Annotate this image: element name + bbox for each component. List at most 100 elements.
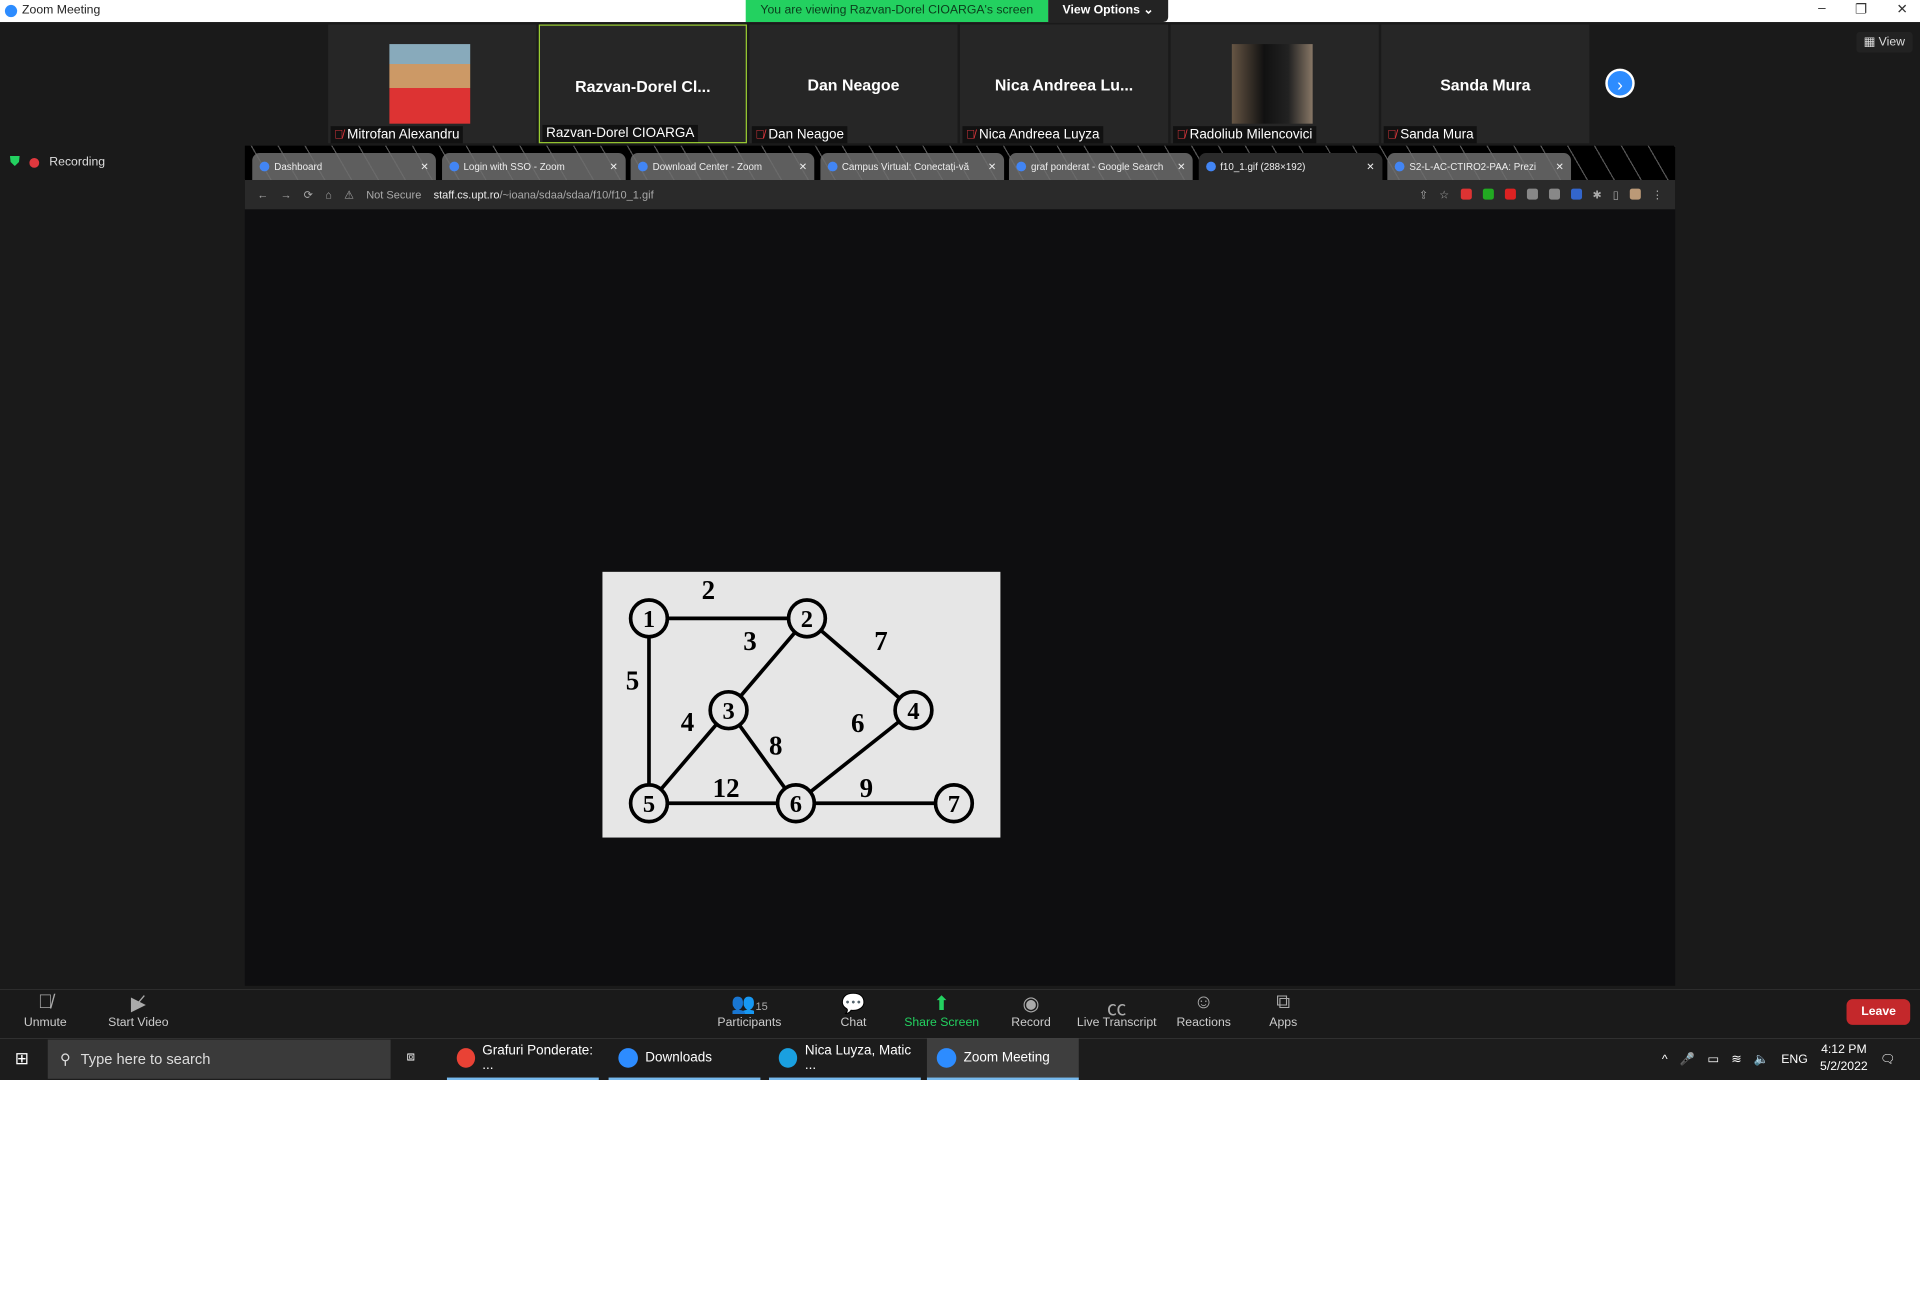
start-video-button[interactable]: ▶̸ Start Video <box>96 992 182 1030</box>
forward-icon[interactable]: → <box>280 189 291 201</box>
participants-label: Participants <box>717 1016 782 1030</box>
page-content: 2 3 7 5 4 8 6 12 9 1 2 3 4 5 6 7 <box>244 209 1676 986</box>
browser-tab[interactable]: S2-L-AC-CTIRO2-PAA: Prezi ✕ <box>1387 153 1572 181</box>
view-button[interactable]: ▦ View <box>1856 31 1913 53</box>
extension-icon[interactable] <box>1548 187 1560 199</box>
share-screen-button[interactable]: ⬆ Share Screen <box>899 992 985 1030</box>
url-host: staff.cs.upt.ro <box>433 188 500 201</box>
video-off-icon: ▶̸ <box>130 994 146 1016</box>
participant-tile[interactable]: 🎙̸ Mitrofan Alexandru <box>328 24 537 144</box>
reactions-icon: ☺ <box>1193 991 1214 1013</box>
url[interactable]: staff.cs.upt.ro/~ioana/sdaa/sdaa/f10/f10… <box>434 189 654 201</box>
extension-icon[interactable] <box>1570 187 1582 199</box>
close-tab-icon[interactable]: ✕ <box>1177 161 1185 172</box>
extension-icon[interactable] <box>1460 187 1472 199</box>
battery-icon[interactable]: ▭ <box>1707 1052 1719 1065</box>
unmute-button[interactable]: 🎙̸ Unmute <box>2 992 88 1030</box>
notifications-icon[interactable]: 🗨 <box>1880 1052 1896 1065</box>
favicon-icon <box>827 161 837 172</box>
leave-button[interactable]: Leave <box>1846 999 1911 1025</box>
participant-tile[interactable]: Dan Neagoe 🎙̸ Dan Neagoe <box>749 24 958 144</box>
chat-label: Chat <box>840 1016 867 1030</box>
next-page-button[interactable]: › <box>1605 68 1635 98</box>
edge-weight: 9 <box>860 773 873 803</box>
task-view-icon[interactable]: ⧈ <box>407 1049 416 1065</box>
maximize-button[interactable]: ❐ <box>1855 1 1867 17</box>
windows-start-icon[interactable]: ⊞ <box>15 1048 29 1069</box>
adblock-icon[interactable] <box>1504 187 1516 199</box>
clock[interactable]: 4:12 PM 5/2/2022 <box>1820 1042 1868 1076</box>
taskbar-app[interactable]: Downloads <box>608 1038 761 1081</box>
browser-tab[interactable]: Login with SSO - Zoom ✕ <box>441 153 626 181</box>
tab-title: Dashboard <box>274 161 323 173</box>
graph-edge <box>805 616 915 712</box>
participants-button[interactable]: 👥15 Participants <box>707 992 793 1030</box>
chat-button[interactable]: 💬 Chat <box>811 992 897 1030</box>
muted-icon: 🎙̸ <box>755 127 765 142</box>
reactions-button[interactable]: ☺ Reactions <box>1161 992 1247 1030</box>
meeting-toolbar: 🎙̸ Unmute ▶̸ Start Video 👥15 Participants 💬… <box>0 989 1920 1039</box>
not-secure-label: Not Secure <box>366 188 422 201</box>
app-icon <box>778 1048 798 1068</box>
close-tab-icon[interactable]: ✕ <box>988 161 996 172</box>
browser-tab[interactable]: Download Center - Zoom ✕ <box>630 153 815 181</box>
language-indicator[interactable]: ENG <box>1781 1052 1808 1065</box>
taskbar-app[interactable]: Grafuri Ponderate: ... <box>446 1038 599 1081</box>
close-tab-icon[interactable]: ✕ <box>1555 161 1563 172</box>
app-label: Grafuri Ponderate: ... <box>482 1043 594 1073</box>
browser-tabs: Dashboard ✕ Login with SSO - Zoom ✕ Download… <box>244 145 1676 181</box>
profile-avatar[interactable] <box>1629 187 1641 199</box>
tray-chevron-icon[interactable]: ^ <box>1662 1052 1668 1065</box>
node-label: 6 <box>790 791 802 818</box>
star-icon[interactable]: ☆ <box>1439 188 1449 201</box>
apps-button[interactable]: ⧉ Apps <box>1240 992 1326 1030</box>
view-options-button[interactable]: View Options ⌄ <box>1047 0 1169 23</box>
taskbar-app[interactable]: Nica Luyza, Matic ... <box>768 1038 921 1081</box>
edge-weight: 3 <box>743 626 756 656</box>
participant-name: Nica Andreea Luyza <box>978 127 1100 143</box>
menu-icon[interactable]: ⋮ <box>1652 188 1663 201</box>
browser-tab[interactable]: Dashboard ✕ <box>252 153 436 181</box>
sidepanel-icon[interactable]: ▯ <box>1613 188 1619 201</box>
window-title: Zoom Meeting <box>22 3 101 18</box>
taskbar-search[interactable]: ⚲ Type here to search <box>47 1039 391 1079</box>
date: 5/2/2022 <box>1820 1060 1868 1074</box>
close-tab-icon[interactable]: ✕ <box>610 161 618 172</box>
puzzle-icon[interactable]: ✱ <box>1592 188 1601 201</box>
back-icon[interactable]: ← <box>257 189 268 201</box>
participants-icon: 👥15 <box>731 994 768 1016</box>
live-transcript-button[interactable]: ㏄ Live Transcript <box>1074 992 1160 1030</box>
extension-icon[interactable] <box>1526 187 1538 199</box>
participant-tile[interactable]: Sanda Mura 🎙̸ Sanda Mura <box>1381 24 1590 144</box>
address-bar[interactable]: ← → ⟳ ⌂ ⚠ Not Secure staff.cs.upt.ro/~ioana/… <box>244 180 1676 210</box>
record-button[interactable]: ◉ Record <box>988 992 1074 1030</box>
app-label: Zoom Meeting <box>963 1050 1050 1066</box>
participant-tile[interactable]: 🎙̸ Radoliub Milencovici <box>1170 24 1379 144</box>
minimize-button[interactable]: – <box>1818 1 1826 17</box>
browser-tab[interactable]: f10_1.gif (288×192) ✕ <box>1198 153 1382 181</box>
share-icon[interactable]: ⇪ <box>1419 188 1428 201</box>
reload-icon[interactable]: ⟳ <box>304 188 313 201</box>
browser-tab[interactable]: graf ponderat - Google Search ✕ <box>1008 153 1193 181</box>
extension-icon[interactable] <box>1482 187 1494 199</box>
participant-name: Razvan-Dorel CIOARGA <box>546 126 695 141</box>
recording-icon <box>29 157 40 168</box>
home-icon[interactable]: ⌂ <box>325 189 332 201</box>
close-tab-icon[interactable]: ✕ <box>420 161 428 172</box>
taskbar-app[interactable]: Zoom Meeting <box>926 1038 1079 1081</box>
close-tab-icon[interactable]: ✕ <box>799 161 807 172</box>
browser-tab[interactable]: Campus Virtual: Conectați-vă ✕ <box>819 153 1004 181</box>
wifi-icon[interactable]: ≋ <box>1731 1052 1741 1065</box>
participant-tile[interactable]: Razvan-Dorel Cl... Razvan-Dorel CIOARGA <box>538 24 747 144</box>
app-icon <box>936 1048 957 1068</box>
muted-icon: 🎙̸ <box>1387 127 1397 142</box>
app-label: Downloads <box>645 1050 712 1066</box>
chat-icon: 💬 <box>841 994 866 1016</box>
participant-tile[interactable]: Nica Andreea Lu... 🎙̸ Nica Andreea Luyza <box>960 24 1169 144</box>
start-video-label: Start Video <box>108 1016 169 1030</box>
app-icon <box>618 1048 638 1068</box>
volume-icon[interactable]: 🔈 <box>1754 1052 1769 1065</box>
close-tab-icon[interactable]: ✕ <box>1366 161 1374 172</box>
edge-weight: 4 <box>681 707 694 737</box>
close-button[interactable]: ✕ <box>1896 1 1907 17</box>
